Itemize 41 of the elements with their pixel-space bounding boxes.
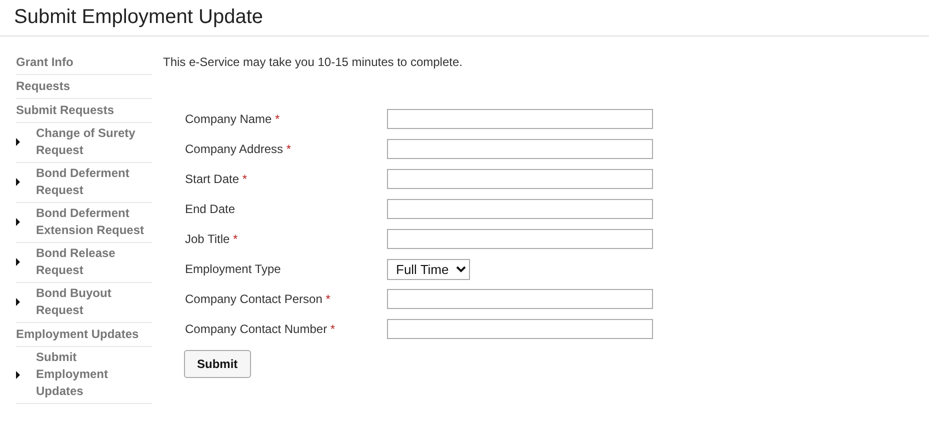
input-field[interactable] — [387, 139, 653, 159]
sidebar-link[interactable]: Bond Deferment Extension Request — [36, 205, 150, 239]
triangle-icon — [16, 258, 20, 266]
sidebar-item[interactable]: Grant Info — [16, 51, 152, 75]
input-field[interactable] — [387, 319, 653, 339]
triangle-icon — [16, 370, 20, 378]
triangle-icon — [16, 138, 20, 146]
input-field[interactable] — [387, 229, 653, 249]
field-label: Job Title — [185, 232, 230, 246]
field-label: Employment Type — [185, 262, 281, 276]
sidebar-link[interactable]: Bond Buyout Request — [36, 285, 150, 319]
sidebar-link[interactable]: Bond Release Request — [36, 245, 150, 279]
sidebar-item[interactable]: Submit Requests — [16, 99, 152, 123]
required-asterisk: * — [326, 292, 330, 306]
field-label: Company Contact Number — [185, 322, 328, 336]
employment-type-select[interactable]: Full Time — [387, 258, 470, 280]
page-title: Submit Employment Update — [0, 0, 929, 37]
submit-button[interactable]: Submit — [184, 350, 251, 378]
sidebar-item[interactable]: Requests — [16, 75, 152, 99]
sidebar-link[interactable]: Bond Deferment Request — [36, 165, 150, 199]
field-label: Start Date — [185, 172, 240, 186]
required-asterisk: * — [233, 232, 238, 246]
field-label: Company Contact Person — [185, 292, 322, 306]
input-field[interactable] — [387, 169, 653, 189]
required-asterisk: * — [286, 142, 292, 156]
sidebar-link[interactable]: Change of Surety Request — [36, 125, 150, 159]
field-label: End Date — [185, 202, 236, 216]
triangle-icon — [16, 298, 20, 306]
required-asterisk: * — [242, 172, 248, 186]
sidebar-link[interactable]: Submit Employment Updates — [36, 349, 150, 400]
intro-text: This e-Service may take you 10-15 minutes to complete. — [163, 54, 464, 71]
field-label: Company Name — [185, 112, 272, 126]
required-asterisk: * — [275, 112, 280, 126]
field-label: Company Address — [185, 142, 284, 156]
triangle-icon — [16, 178, 20, 186]
input-field[interactable] — [387, 109, 653, 129]
input-field[interactable] — [387, 289, 653, 309]
triangle-icon — [16, 218, 20, 226]
input-field[interactable] — [387, 199, 653, 219]
required-asterisk: * — [330, 322, 336, 336]
sidebar-item[interactable]: Employment Updates — [16, 323, 152, 347]
